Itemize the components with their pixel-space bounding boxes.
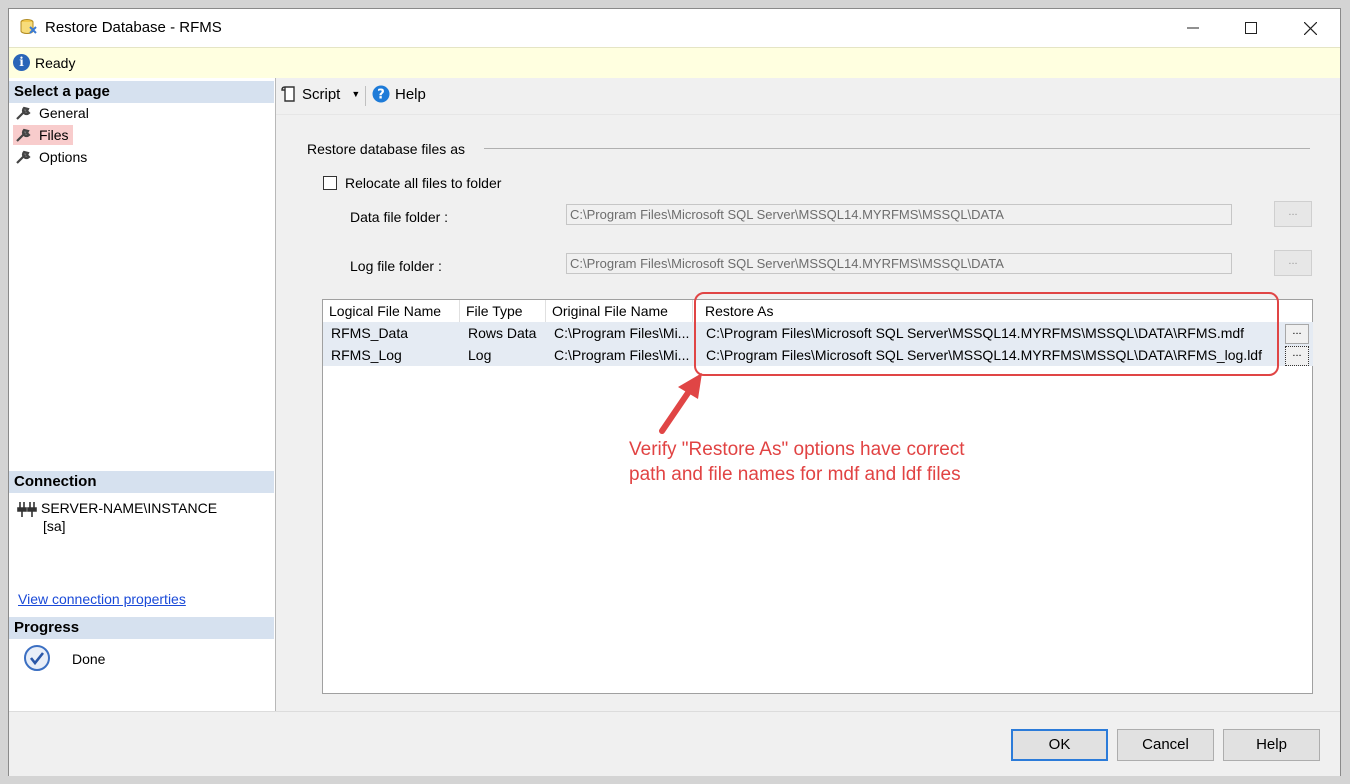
page-item-label: Options <box>39 149 88 165</box>
login-name: [sa] <box>43 518 66 534</box>
status-bar: i Ready <box>9 47 1340 79</box>
page-item-label: General <box>39 105 89 121</box>
page-item-files[interactable]: Files <box>13 125 73 145</box>
annotation-text: Verify "Restore As" options have correct… <box>629 437 1149 487</box>
progress-header: Progress <box>9 617 274 639</box>
restore-as-highlight <box>694 292 1279 376</box>
connection-icon <box>17 502 37 517</box>
original-file-cell: C:\Program Files\Mi... <box>554 347 690 363</box>
log-folder-browse-button[interactable]: ... <box>1274 250 1312 276</box>
progress-status: Done <box>72 651 106 667</box>
window-title: Restore Database - RFMS <box>45 19 222 36</box>
section-line <box>484 148 1310 149</box>
wrench-icon <box>16 128 31 142</box>
logical-name-cell: RFMS_Log <box>331 347 402 363</box>
help-toolbar-button[interactable]: ? Help <box>372 85 426 103</box>
button-bar: OK Cancel Help <box>9 711 1340 776</box>
column-header-logical-file-name[interactable]: Logical File Name <box>323 300 460 323</box>
wrench-icon <box>16 106 31 120</box>
file-type-cell: Log <box>468 347 492 363</box>
annotation-line-1: Verify "Restore As" options have correct <box>629 439 965 460</box>
view-connection-properties-link[interactable]: View connection properties <box>18 591 186 607</box>
log-folder-field[interactable]: C:\Program Files\Microsoft SQL Server\MS… <box>566 253 1232 274</box>
file-type-cell: Rows Data <box>468 325 537 341</box>
close-button[interactable] <box>1281 9 1339 47</box>
data-folder-browse-button[interactable]: ... <box>1274 201 1312 227</box>
title-bar: Restore Database - RFMS <box>9 9 1340 47</box>
toolbar-separator <box>365 86 366 106</box>
minimize-icon <box>1187 27 1199 29</box>
restore-database-dialog: Restore Database - RFMS i Ready Select a… <box>8 8 1341 776</box>
wrench-icon <box>16 150 31 164</box>
column-header-original-file-name[interactable]: Original File Name <box>546 300 693 323</box>
relocate-checkbox[interactable] <box>323 176 337 190</box>
done-check-icon <box>24 645 50 671</box>
close-icon <box>1303 21 1317 35</box>
data-folder-field[interactable]: C:\Program Files\Microsoft SQL Server\MS… <box>566 204 1232 225</box>
help-label: Help <box>395 85 426 103</box>
annotation-arrow-icon <box>659 373 702 434</box>
script-button[interactable]: Script ▼ <box>281 85 360 103</box>
script-icon <box>281 86 295 102</box>
left-pane: Select a page General Files Options Conn… <box>9 78 276 711</box>
minimize-button[interactable] <box>1164 9 1222 47</box>
annotation-line-2: path and file names for mdf and ldf file… <box>629 464 961 485</box>
restore-as-browse-button[interactable]: ... <box>1285 324 1309 344</box>
log-folder-label: Log file folder : <box>350 258 442 274</box>
cancel-button[interactable]: Cancel <box>1117 729 1214 761</box>
connection-header: Connection <box>9 471 274 493</box>
select-page-header: Select a page <box>9 81 274 103</box>
script-label: Script <box>302 85 341 103</box>
original-file-cell: C:\Program Files\Mi... <box>554 325 690 341</box>
database-restore-icon <box>20 19 37 34</box>
status-text: Ready <box>35 55 76 71</box>
data-folder-label: Data file folder : <box>350 209 449 225</box>
help-button[interactable]: Help <box>1223 729 1320 761</box>
ok-button[interactable]: OK <box>1011 729 1108 761</box>
maximize-button[interactable] <box>1222 9 1280 47</box>
page-item-options[interactable]: Options <box>13 147 91 167</box>
info-icon: i <box>13 54 30 71</box>
section-title: Restore database files as <box>307 141 465 157</box>
server-name: SERVER-NAME\INSTANCE <box>41 500 218 516</box>
relocate-label: Relocate all files to folder <box>345 175 502 191</box>
toolbar-divider <box>276 114 1340 115</box>
column-header-file-type[interactable]: File Type <box>460 300 546 323</box>
page-item-general[interactable]: General <box>13 103 93 123</box>
restore-as-browse-button[interactable]: ... <box>1285 346 1309 366</box>
page-item-label: Files <box>39 127 69 143</box>
logical-name-cell: RFMS_Data <box>331 325 409 341</box>
dropdown-arrow-icon: ▼ <box>351 89 361 99</box>
help-icon: ? <box>372 85 390 103</box>
relocate-checkbox-row[interactable]: Relocate all files to folder <box>323 175 501 191</box>
svg-text:?: ? <box>377 88 385 103</box>
maximize-icon <box>1245 22 1257 34</box>
